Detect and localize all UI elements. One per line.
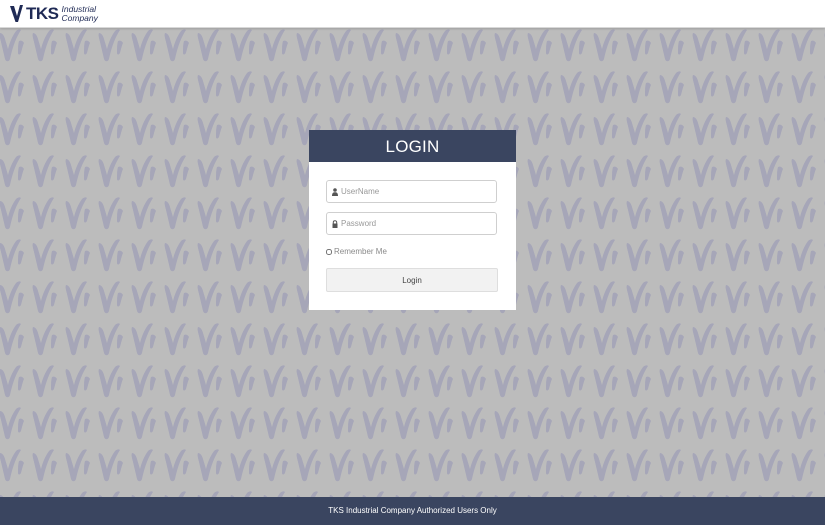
login-card: LOGIN Remember Me Login <box>309 130 516 310</box>
remember-me-checkbox[interactable] <box>326 248 332 255</box>
logo-subtitle-line-2: Company <box>61 13 98 23</box>
remember-me-label: Remember Me <box>334 247 387 256</box>
login-button[interactable]: Login <box>326 268 498 292</box>
footer-text: TKS Industrial Company Authorized Users … <box>328 506 497 515</box>
remember-me[interactable]: Remember Me <box>326 247 387 256</box>
password-input[interactable] <box>341 219 491 228</box>
user-icon <box>332 187 338 196</box>
top-bar: TKS Industrial Company <box>0 0 825 28</box>
password-field[interactable] <box>326 212 497 235</box>
company-logo[interactable]: TKS Industrial Company <box>10 4 98 24</box>
login-title: LOGIN <box>309 130 516 162</box>
logo-subtitle: Industrial Company <box>62 5 98 23</box>
lock-icon <box>332 219 338 228</box>
username-field[interactable] <box>326 180 497 203</box>
footer: TKS Industrial Company Authorized Users … <box>0 497 825 525</box>
tks-v-logo-icon <box>10 5 23 22</box>
username-input[interactable] <box>341 187 491 196</box>
logo-letters: TKS <box>26 4 59 23</box>
